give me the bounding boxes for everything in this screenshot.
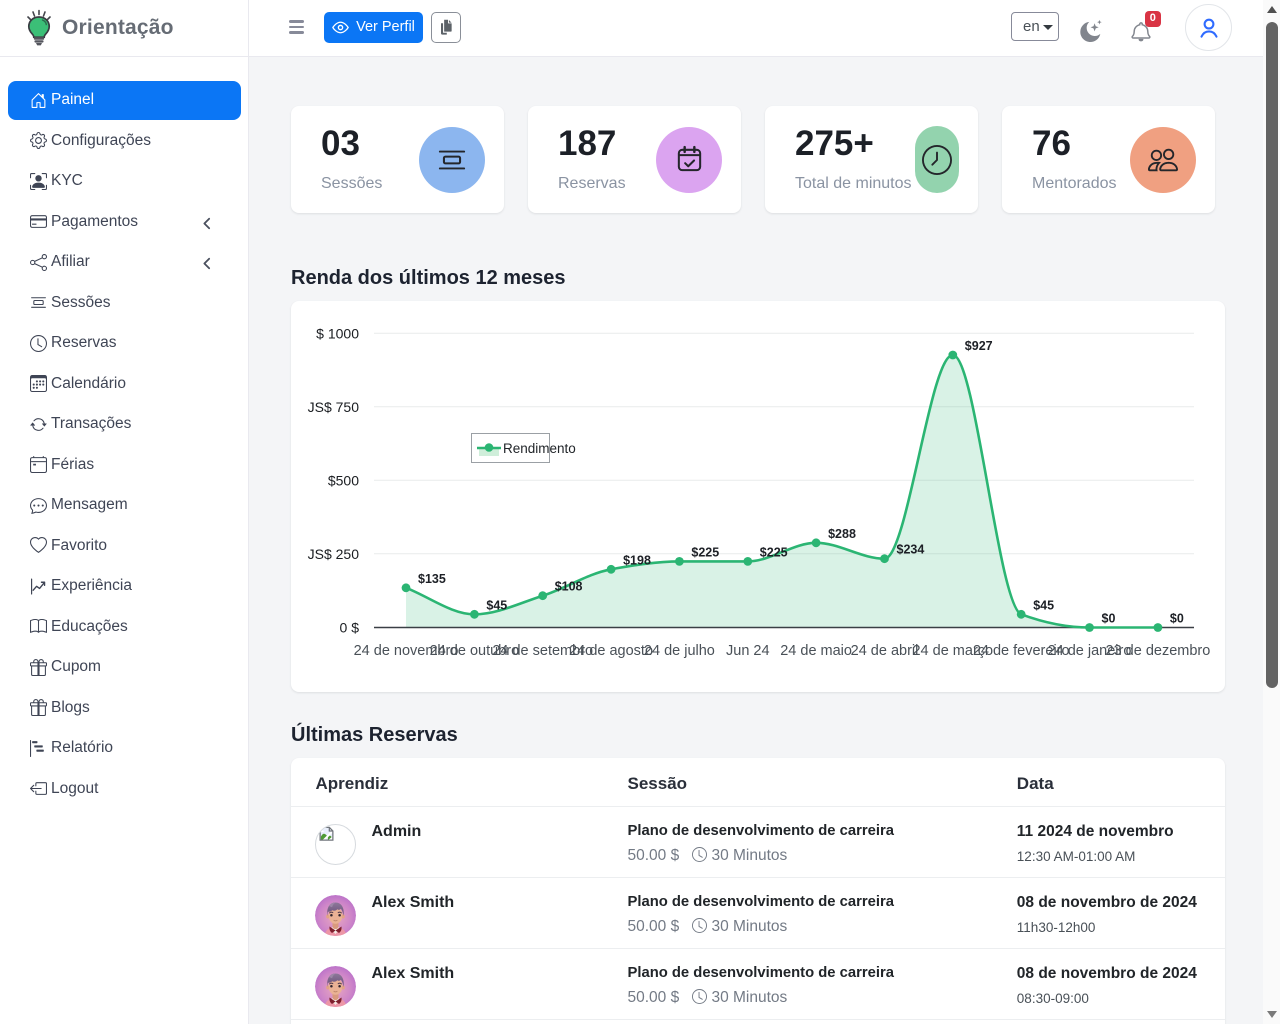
svg-text:$45: $45 — [486, 598, 507, 612]
svg-text:24 de abril: 24 de abril — [851, 643, 919, 659]
svg-text:$225: $225 — [691, 545, 719, 559]
svg-text:$225: $225 — [760, 545, 788, 559]
svg-text:$108: $108 — [555, 580, 583, 594]
svg-text:$0: $0 — [1170, 612, 1184, 626]
svg-text:Jun 24: Jun 24 — [726, 643, 770, 659]
svg-text:24 de julho: 24 de julho — [644, 643, 715, 659]
svg-text:24 de agosto: 24 de agosto — [569, 643, 653, 659]
svg-text:$500: $500 — [328, 472, 359, 488]
svg-text:$234: $234 — [897, 543, 925, 557]
svg-text:23 de dezembro: 23 de dezembro — [1106, 643, 1211, 659]
svg-text:$45: $45 — [1033, 598, 1054, 612]
svg-text:$ 1000: $ 1000 — [316, 325, 359, 341]
svg-text:JS$ 250: JS$ 250 — [308, 546, 360, 562]
svg-text:Rendimento: Rendimento — [503, 441, 576, 456]
svg-text:0 $: 0 $ — [340, 620, 360, 636]
svg-text:JS$ 750: JS$ 750 — [308, 399, 360, 415]
svg-text:$0: $0 — [1102, 612, 1116, 626]
svg-text:$198: $198 — [623, 553, 651, 567]
svg-text:$135: $135 — [418, 572, 446, 586]
svg-text:$927: $927 — [965, 339, 993, 353]
svg-text:$288: $288 — [828, 527, 856, 541]
svg-text:24 de maio: 24 de maio — [780, 643, 852, 659]
